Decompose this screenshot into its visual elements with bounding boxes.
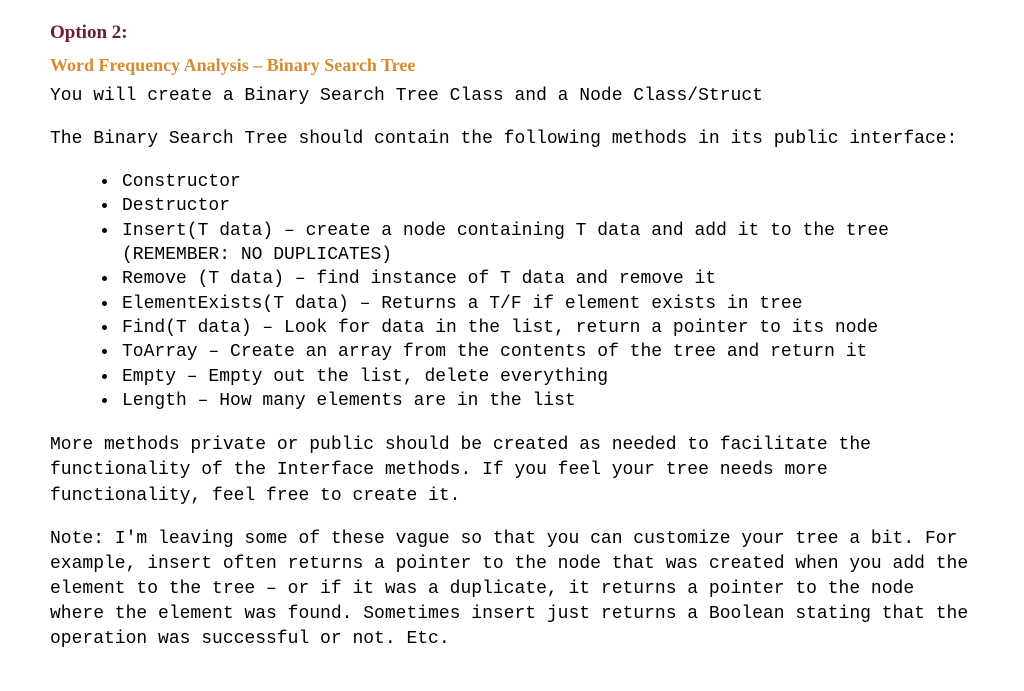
list-item: Constructor xyxy=(118,170,974,194)
subtitle: Word Frequency Analysis – Binary Search … xyxy=(50,53,974,78)
list-item: ToArray – Create an array from the conte… xyxy=(118,340,974,364)
list-item: Remove (T data) – find instance of T dat… xyxy=(118,267,974,291)
list-item: ElementExists(T data) – Returns a T/F if… xyxy=(118,292,974,316)
note-paragraph: Note: I'm leaving some of these vague so… xyxy=(50,527,974,653)
list-item: Length – How many elements are in the li… xyxy=(118,389,974,413)
list-item: Find(T data) – Look for data in the list… xyxy=(118,316,974,340)
option-title: Option 2: xyxy=(50,20,974,47)
list-item: Destructor xyxy=(118,194,974,218)
intro-paragraph: You will create a Binary Search Tree Cla… xyxy=(50,84,974,109)
more-methods-paragraph: More methods private or public should be… xyxy=(50,433,974,509)
list-item: Insert(T data) – create a node containin… xyxy=(118,219,974,268)
list-item: Empty – Empty out the list, delete every… xyxy=(118,365,974,389)
interface-paragraph: The Binary Search Tree should contain th… xyxy=(50,127,974,152)
methods-list: Constructor Destructor Insert(T data) – … xyxy=(50,170,974,413)
